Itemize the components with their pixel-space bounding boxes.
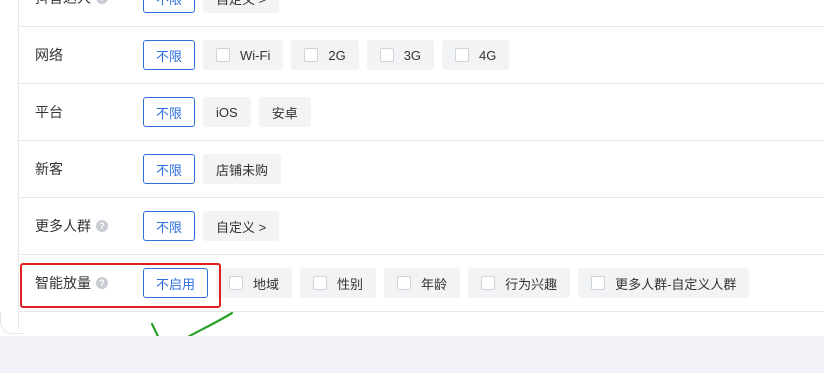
row-label-text: 智能放量 — [35, 275, 91, 291]
row-new-customer: 新客 不限 店铺未购 — [19, 141, 824, 198]
checkbox-icon[interactable] — [397, 276, 412, 290]
option-label: 自定义 > — [216, 219, 267, 235]
option-group: 不限 自定义 > — [143, 0, 287, 13]
checkbox-icon[interactable] — [379, 48, 394, 62]
option-button[interactable]: 不限 — [143, 211, 196, 241]
checkbox-icon[interactable] — [216, 48, 231, 62]
option-checkbox[interactable]: 2G — [291, 40, 359, 70]
option-button[interactable]: 不限 — [143, 40, 196, 70]
row-douyin-talent: 抖音达人? 不限 自定义 > — [19, 0, 824, 27]
row-label-text: 更多人群 — [35, 218, 91, 234]
checkbox-icon[interactable] — [313, 276, 328, 290]
option-label: 年龄 — [421, 276, 448, 292]
option-checkbox[interactable]: 年龄 — [384, 268, 461, 298]
option-checkbox[interactable]: Wi-Fi — [203, 40, 284, 70]
option-checkbox[interactable]: 更多人群-自定义人群 — [578, 268, 750, 298]
option-button[interactable]: 不启用 — [143, 268, 209, 298]
option-label: 更多人群-自定义人群 — [615, 276, 737, 292]
checkbox-icon[interactable] — [591, 276, 606, 290]
help-icon[interactable]: ? — [96, 0, 108, 4]
option-button[interactable]: 店铺未购 — [203, 154, 282, 184]
option-label: 不限 — [156, 0, 182, 8]
option-group: 不限 iOS 安卓 — [143, 97, 319, 127]
help-icon[interactable]: ? — [96, 277, 108, 289]
option-label: 3G — [403, 47, 422, 63]
row-label-text: 平台 — [35, 104, 63, 120]
row-network: 网络 不限 Wi-Fi 2G 3G 4G — [19, 27, 824, 84]
option-label: 不限 — [156, 48, 183, 64]
option-button[interactable]: 不限 — [143, 97, 196, 127]
checkbox-icon[interactable] — [229, 276, 244, 290]
row-label-text: 网络 — [35, 47, 63, 63]
option-label: 不限 — [156, 105, 183, 121]
row-label: 新客 — [35, 159, 63, 179]
option-label: 性别 — [337, 276, 364, 292]
row-label: 更多人群? — [35, 216, 108, 236]
row-more-audience: 更多人群? 不限 自定义 > — [19, 198, 824, 255]
option-button[interactable]: 安卓 — [258, 97, 311, 127]
row-label: 智能放量? — [35, 273, 108, 293]
option-label: 4G — [479, 47, 497, 63]
option-button[interactable]: 自定义 > — [203, 211, 280, 241]
option-label: 店铺未购 — [216, 162, 269, 178]
option-checkbox[interactable]: 性别 — [300, 268, 377, 298]
option-label: 2G — [328, 47, 346, 63]
option-button[interactable]: 不限 — [143, 0, 196, 13]
option-group: 不限 自定义 > — [143, 211, 287, 241]
checkbox-icon[interactable] — [481, 276, 496, 290]
row-label-text: 新客 — [35, 161, 63, 177]
checkbox-icon[interactable] — [304, 48, 319, 62]
row-smart-expansion: 智能放量? 不启用 地域 性别 年龄 行为兴趣 更多人群-自定义人群 — [19, 255, 824, 312]
option-label: 地域 — [253, 276, 280, 292]
option-label: 不限 — [156, 162, 183, 178]
panel-bottom-corner — [0, 312, 24, 334]
option-checkbox[interactable]: 行为兴趣 — [468, 268, 571, 298]
option-group: 不启用 地域 性别 年龄 行为兴趣 更多人群-自定义人群 — [143, 268, 757, 298]
option-group: 不限 店铺未购 — [143, 154, 289, 184]
row-label-text: 抖音达人 — [35, 0, 91, 8]
row-label: 网络 — [35, 45, 63, 65]
row-label: 平台 — [35, 102, 63, 122]
option-checkbox[interactable]: 4G — [442, 40, 510, 70]
option-button[interactable]: 自定义 > — [203, 0, 280, 13]
option-label: 自定义 > — [216, 0, 266, 8]
option-button[interactable]: iOS — [203, 97, 251, 127]
help-icon[interactable]: ? — [96, 220, 108, 232]
option-label: 不限 — [156, 219, 183, 235]
option-label: 行为兴趣 — [505, 276, 558, 292]
option-checkbox[interactable]: 3G — [366, 40, 435, 70]
option-label: iOS — [216, 104, 238, 120]
option-label: Wi-Fi — [240, 47, 271, 63]
option-label: 不启用 — [156, 276, 196, 292]
option-label: 安卓 — [271, 105, 298, 121]
page-background-band — [0, 336, 824, 373]
row-platform: 平台 不限 iOS 安卓 — [19, 84, 824, 141]
row-label: 抖音达人? — [35, 0, 108, 8]
option-checkbox[interactable]: 地域 — [216, 268, 293, 298]
option-group: 不限 Wi-Fi 2G 3G 4G — [143, 40, 517, 70]
option-button[interactable]: 不限 — [143, 154, 196, 184]
checkbox-icon[interactable] — [455, 48, 470, 62]
